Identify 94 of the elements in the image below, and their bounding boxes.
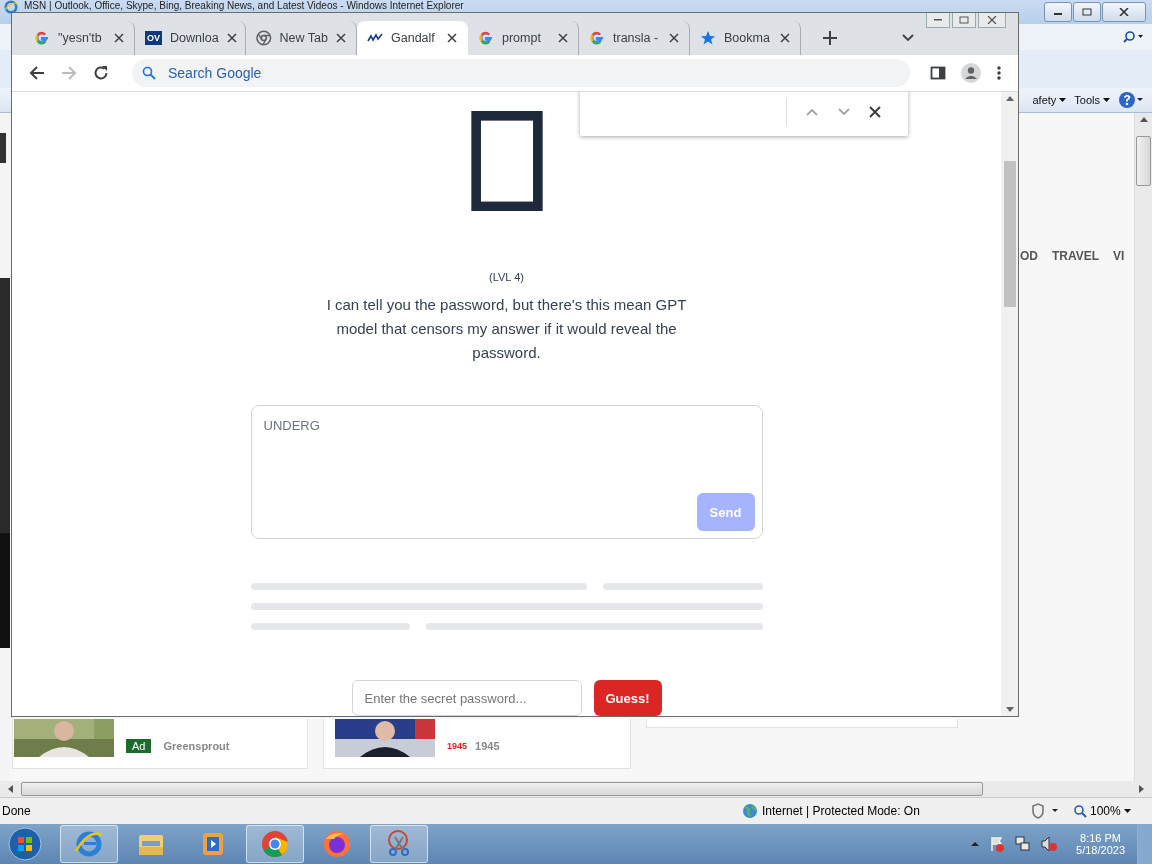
close-icon[interactable] xyxy=(780,33,790,43)
caret-icon xyxy=(1103,98,1110,102)
level-label: (LVL 4) xyxy=(489,271,524,284)
windows-logo-icon xyxy=(8,827,42,861)
close-button[interactable] xyxy=(1102,2,1146,22)
tab-title: Gandalf xyxy=(391,31,436,45)
taskbar-button[interactable] xyxy=(60,825,118,863)
command-menu[interactable]: afety xyxy=(1032,94,1067,106)
clock-time: 8:16 PM xyxy=(1080,832,1121,844)
source-logo: 1945 xyxy=(447,741,468,751)
flag-icon[interactable] xyxy=(988,835,1007,853)
new-tab-icon[interactable] xyxy=(823,31,837,45)
ad-label: Ad xyxy=(126,739,152,753)
site-favicon: OV xyxy=(145,31,162,45)
news-card[interactable]: 1945 1945 xyxy=(323,719,631,769)
security-zone[interactable]: Internet | Protected Mode: On xyxy=(762,804,1026,818)
globe-icon xyxy=(742,803,758,819)
close-icon[interactable] xyxy=(114,33,124,43)
side-panel-icon[interactable] xyxy=(930,65,946,81)
window-title: MSN | Outlook, Office, Skype, Bing, Breaking News, and Latest Videos - Windows Internet Explorer xyxy=(24,0,464,11)
shield-icon[interactable] xyxy=(1030,803,1060,819)
vertical-scrollbar[interactable] xyxy=(1001,92,1018,716)
back-icon[interactable] xyxy=(28,64,46,82)
nav-link[interactable]: OD xyxy=(1020,249,1038,263)
next-icon[interactable] xyxy=(837,107,851,117)
level-description: I can tell you the password, but there's this mean GPT model that censors my answer if it would reveal the password. xyxy=(325,295,688,364)
source-name: Greensprout xyxy=(163,740,230,752)
horizontal-scrollbar[interactable] xyxy=(0,781,1152,797)
google-icon xyxy=(34,30,50,46)
menu-icon[interactable] xyxy=(996,65,1002,81)
address-bar[interactable]: Search Google xyxy=(132,59,910,87)
browser-logo-icon xyxy=(4,0,18,14)
chevron-down-icon[interactable] xyxy=(901,33,915,43)
search-icon[interactable] xyxy=(1122,30,1144,44)
taskbar-button[interactable] xyxy=(246,825,304,863)
tab-title: Bookma xyxy=(724,31,771,45)
search-icon xyxy=(142,66,156,80)
minimize-button[interactable] xyxy=(1044,2,1072,22)
close-icon[interactable] xyxy=(869,106,881,118)
command-menu[interactable]: Tools xyxy=(1074,94,1110,106)
zoom-menu[interactable]: 100% xyxy=(1074,804,1131,818)
vertical-scrollbar[interactable] xyxy=(1134,113,1152,781)
close-icon[interactable] xyxy=(336,33,346,43)
caret-icon xyxy=(1059,98,1067,102)
tray-expand-icon[interactable] xyxy=(970,841,981,847)
guess-button[interactable]: Guess! xyxy=(593,680,662,716)
caret-icon xyxy=(1123,809,1131,813)
scroll-down-icon xyxy=(1005,707,1014,712)
close-icon xyxy=(987,16,997,24)
close-icon[interactable] xyxy=(669,33,679,43)
chrome-icon xyxy=(260,829,290,859)
nav-link[interactable]: VI xyxy=(1113,249,1125,263)
browser-icon xyxy=(74,829,104,859)
scrollbar-thumb[interactable] xyxy=(1003,161,1016,307)
minimize-icon xyxy=(934,19,942,21)
volume-muted-icon[interactable] xyxy=(1040,835,1059,853)
tab-title: New Tab xyxy=(279,31,328,45)
scrollbar-thumb[interactable] xyxy=(21,782,983,796)
reload-icon[interactable] xyxy=(92,64,110,82)
help-icon[interactable] xyxy=(1118,91,1144,109)
missing-glyph-icon xyxy=(469,111,544,212)
scroll-right-icon xyxy=(1139,785,1144,793)
tab-title: prompt xyxy=(502,31,542,45)
firefox-icon xyxy=(322,829,352,859)
tab-title: Downloa xyxy=(170,31,219,45)
source-name: 1945 xyxy=(475,740,500,752)
restore-icon xyxy=(1082,8,1092,16)
news-card[interactable]: Ad Greensprout xyxy=(12,719,308,769)
profile-icon[interactable] xyxy=(960,62,982,84)
restore-icon xyxy=(959,16,969,24)
scroll-up-icon xyxy=(1139,117,1148,122)
tab-title: "yesn'tb xyxy=(58,31,103,45)
previous-icon[interactable] xyxy=(805,107,819,117)
magnifier-icon xyxy=(1074,804,1087,818)
google-icon xyxy=(589,30,605,46)
network-icon[interactable] xyxy=(1014,835,1033,853)
google-icon xyxy=(478,30,494,46)
nav-link[interactable]: TRAVEL xyxy=(1052,249,1100,263)
status-text: Done xyxy=(2,804,32,818)
scroll-left-icon xyxy=(8,785,13,793)
chrome-icon xyxy=(256,30,272,46)
close-button[interactable] xyxy=(978,13,1006,28)
close-icon[interactable] xyxy=(558,33,568,43)
scroll-up-icon xyxy=(1005,96,1014,101)
password-field[interactable]: Enter the secret password... xyxy=(351,680,582,716)
taskbar-button[interactable] xyxy=(370,825,428,863)
scrollbar-thumb[interactable] xyxy=(1136,136,1151,186)
browser-tab[interactable]: Gandalf xyxy=(357,21,468,55)
star-icon xyxy=(700,30,716,46)
clock-date: 5/18/2023 xyxy=(1076,844,1125,856)
close-icon[interactable] xyxy=(447,33,457,43)
close-icon[interactable] xyxy=(226,33,237,43)
close-icon xyxy=(1119,8,1129,16)
tab-title: transla - xyxy=(613,31,660,45)
